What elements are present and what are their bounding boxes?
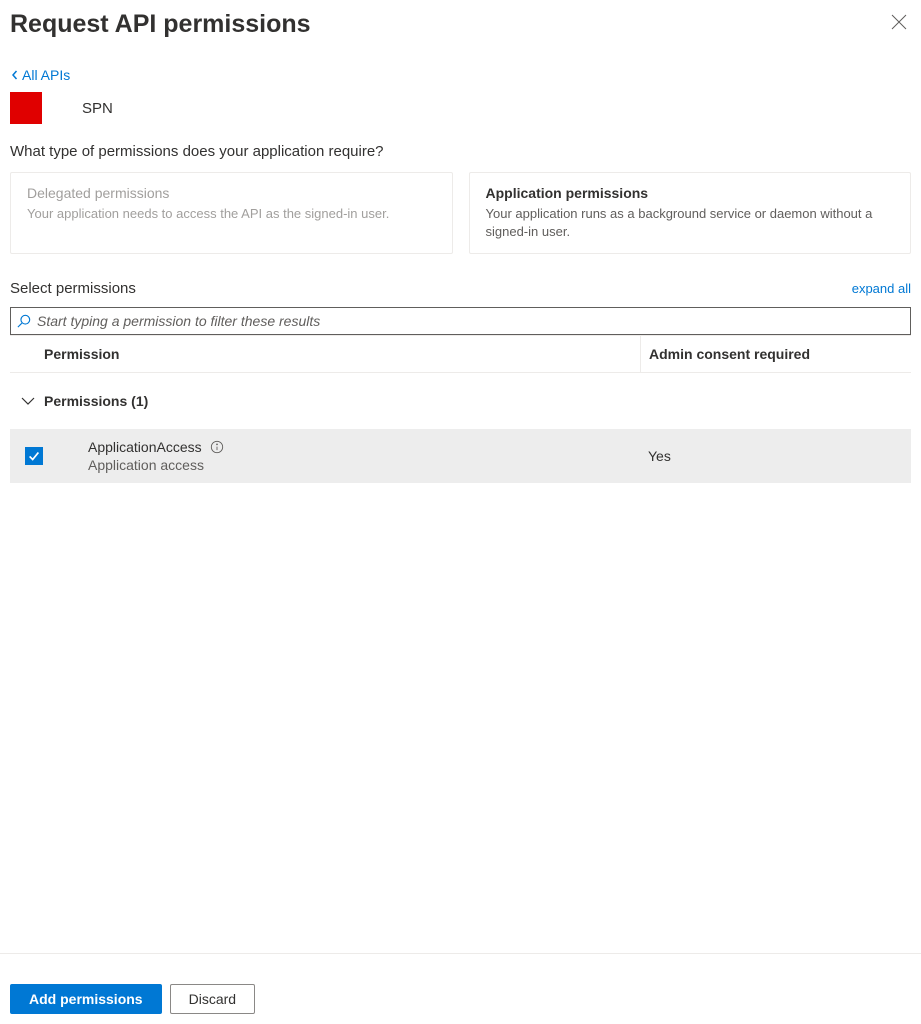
chevron-left-icon bbox=[10, 70, 20, 80]
permission-search-box[interactable] bbox=[10, 307, 911, 335]
delegated-permissions-desc: Your application needs to access the API… bbox=[27, 205, 436, 223]
permission-checkbox[interactable] bbox=[25, 447, 43, 465]
admin-consent-value: Yes bbox=[640, 448, 911, 464]
close-icon bbox=[891, 14, 907, 30]
info-icon[interactable] bbox=[210, 440, 224, 454]
checkmark-icon bbox=[27, 449, 41, 463]
select-permissions-title: Select permissions bbox=[10, 280, 136, 297]
permissions-group-row[interactable]: Permissions (1) bbox=[10, 373, 911, 429]
table-header-consent: Admin consent required bbox=[640, 336, 911, 372]
application-permissions-title: Application permissions bbox=[486, 185, 895, 201]
permission-description: Application access bbox=[88, 457, 640, 473]
page-title: Request API permissions bbox=[10, 10, 311, 39]
api-app-icon bbox=[10, 92, 42, 124]
search-icon bbox=[17, 314, 31, 328]
permission-name: ApplicationAccess bbox=[88, 439, 202, 455]
application-permissions-card[interactable]: Application permissions Your application… bbox=[469, 172, 912, 254]
table-row: ApplicationAccess Application access Yes bbox=[10, 429, 911, 483]
back-link-label: All APIs bbox=[22, 67, 70, 83]
discard-button[interactable]: Discard bbox=[170, 984, 255, 1014]
table-header-permission: Permission bbox=[10, 346, 640, 362]
close-button[interactable] bbox=[887, 10, 911, 34]
application-permissions-desc: Your application runs as a background se… bbox=[486, 205, 895, 241]
api-name: SPN bbox=[82, 100, 113, 117]
delegated-permissions-card: Delegated permissions Your application n… bbox=[10, 172, 453, 254]
expand-all-link[interactable]: expand all bbox=[852, 281, 911, 296]
back-all-apis-link[interactable]: All APIs bbox=[10, 67, 911, 83]
chevron-down-icon bbox=[20, 393, 36, 409]
delegated-permissions-title: Delegated permissions bbox=[27, 185, 436, 201]
permission-search-input[interactable] bbox=[37, 313, 904, 329]
permissions-group-label: Permissions (1) bbox=[44, 393, 148, 409]
permission-type-question: What type of permissions does your appli… bbox=[10, 143, 911, 160]
add-permissions-button[interactable]: Add permissions bbox=[10, 984, 162, 1014]
